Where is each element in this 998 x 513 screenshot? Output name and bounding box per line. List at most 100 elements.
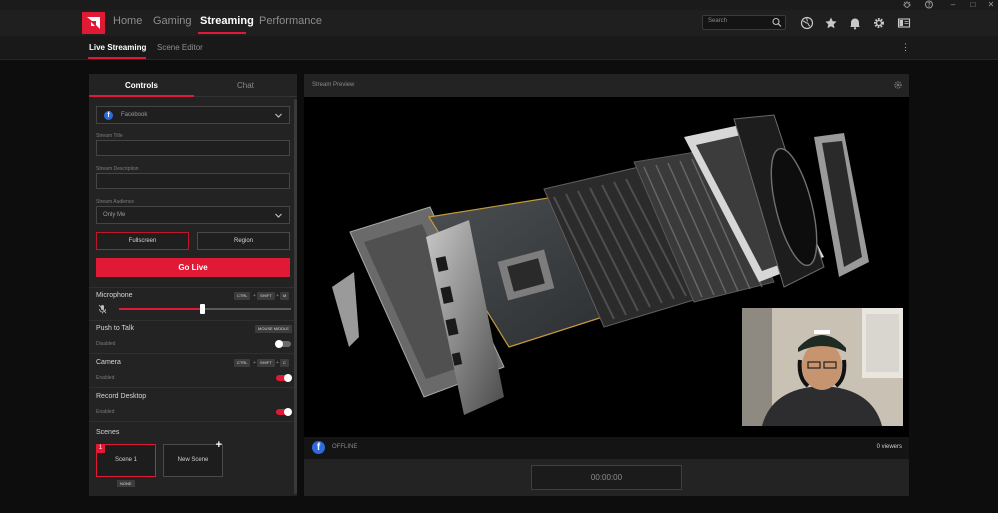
scene-number-badge: 1 xyxy=(96,444,105,453)
slider-fill xyxy=(119,308,202,310)
scene-card[interactable]: 1 Scene 1 xyxy=(96,444,156,477)
push-to-talk-status: Disabled xyxy=(96,341,116,347)
search-placeholder: Search xyxy=(708,18,728,24)
go-live-button[interactable]: Go Live xyxy=(96,258,290,277)
preview-settings-icon[interactable] xyxy=(893,80,903,90)
key-plus: + xyxy=(276,293,279,299)
close-icon[interactable]: ✕ xyxy=(980,0,998,10)
platform-value: Facebook xyxy=(121,112,148,118)
gear-icon[interactable] xyxy=(872,16,886,30)
webcam-person-image xyxy=(742,308,903,426)
shortcut-key: C xyxy=(280,359,289,367)
panel-icon[interactable] xyxy=(897,16,911,30)
divider xyxy=(89,421,294,422)
window-titlebar: – □ ✕ xyxy=(0,0,998,10)
preview-video[interactable] xyxy=(304,97,909,437)
stream-description-field[interactable] xyxy=(96,173,290,189)
microphone-label: Microphone xyxy=(96,292,133,299)
microphone-muted-icon[interactable] xyxy=(98,304,107,314)
nav-gaming[interactable]: Gaming xyxy=(153,15,192,27)
record-desktop-label: Record Desktop xyxy=(96,393,147,400)
bug-icon[interactable] xyxy=(896,0,918,10)
shortcut-key: SHIFT xyxy=(257,292,275,300)
timer-bar: 00:00:00 xyxy=(304,459,909,496)
stream-audience-select[interactable]: Only Me xyxy=(96,206,290,224)
toggle-knob xyxy=(284,408,292,416)
scene-tag-badge: NONE xyxy=(117,480,135,487)
nav-streaming[interactable]: Streaming xyxy=(200,15,254,27)
stream-status-bar: f OFFLINE 0 viewers xyxy=(304,437,909,459)
globe-icon[interactable] xyxy=(800,16,814,30)
nav-active-indicator xyxy=(198,32,246,34)
push-to-talk-label: Push to Talk xyxy=(96,325,135,332)
nav-home[interactable]: Home xyxy=(113,15,142,27)
scenes-label: Scenes xyxy=(96,429,120,436)
panel-scrollbar[interactable] xyxy=(294,99,297,494)
controls-panel: Controls Chat f Facebook Stream Title St… xyxy=(89,74,297,496)
stream-status-text: OFFLINE xyxy=(332,444,358,450)
tab-controls[interactable]: Controls xyxy=(125,81,158,90)
microphone-volume-slider[interactable] xyxy=(119,304,291,314)
region-button[interactable]: Region xyxy=(197,232,290,250)
streaming-subnav: Live Streaming Scene Editor ⋮ xyxy=(0,36,998,60)
tab-live-streaming[interactable]: Live Streaming xyxy=(89,43,146,52)
camera-label: Camera xyxy=(96,359,121,366)
plus-icon: + xyxy=(215,439,222,451)
toggle-knob xyxy=(275,340,283,348)
shortcut-key: CTRL xyxy=(234,359,251,367)
slider-thumb[interactable] xyxy=(199,304,205,314)
stream-preview-panel: Stream Preview f OFFLINE 0 viewers 00:00… xyxy=(304,74,909,496)
viewer-count: 0 viewers xyxy=(876,444,902,450)
shortcut-key: M xyxy=(280,292,290,300)
search-icon xyxy=(772,17,782,27)
facebook-icon: f xyxy=(104,111,113,120)
chevron-down-icon xyxy=(275,213,282,218)
tab-chat[interactable]: Chat xyxy=(237,81,254,90)
record-desktop-toggle[interactable] xyxy=(276,408,292,416)
stream-audience-value: Only Me xyxy=(103,212,126,218)
stream-title-label: Stream Title xyxy=(96,133,123,139)
divider xyxy=(89,353,294,354)
new-scene-button[interactable]: + New Scene xyxy=(163,439,223,477)
stream-description-label: Stream Description xyxy=(96,166,139,172)
minimize-icon[interactable]: – xyxy=(942,0,964,10)
toggle-knob xyxy=(284,374,292,382)
facebook-icon: f xyxy=(312,441,325,454)
shortcut-key: CTRL xyxy=(234,292,251,300)
tab-scene-editor[interactable]: Scene Editor xyxy=(157,43,203,52)
record-desktop-status: Enabled xyxy=(96,409,115,415)
amd-logo[interactable] xyxy=(82,12,105,34)
tab-active-indicator xyxy=(89,95,194,97)
more-options-icon[interactable]: ⋮ xyxy=(901,42,910,53)
key-plus: + xyxy=(253,360,256,366)
search-input[interactable]: Search xyxy=(702,15,786,30)
nav-performance[interactable]: Performance xyxy=(259,15,322,27)
webcam-overlay[interactable] xyxy=(742,308,903,426)
star-icon[interactable] xyxy=(824,16,838,30)
stream-audience-label: Stream Audience xyxy=(96,199,135,205)
divider xyxy=(89,387,294,388)
chevron-down-icon xyxy=(275,113,282,118)
panel-tabs: Controls Chat xyxy=(89,74,297,97)
stream-title-field[interactable] xyxy=(96,140,290,156)
key-plus: + xyxy=(276,360,279,366)
camera-toggle[interactable] xyxy=(276,374,292,382)
scene-name: Scene 1 xyxy=(114,457,138,463)
divider xyxy=(89,320,294,321)
camera-status: Enabled xyxy=(96,375,115,381)
shortcut-key: MOUSE MIDDLE xyxy=(255,325,292,333)
new-scene-label: New Scene xyxy=(177,457,209,463)
fullscreen-button[interactable]: Fullscreen xyxy=(96,232,189,250)
push-to-talk-toggle[interactable] xyxy=(275,340,291,348)
help-icon[interactable] xyxy=(918,0,940,10)
shortcut-key: SHIFT xyxy=(257,359,275,367)
platform-select[interactable]: f Facebook xyxy=(96,106,290,124)
preview-title: Stream Preview xyxy=(312,82,355,88)
key-plus: + xyxy=(253,293,256,299)
preview-header: Stream Preview xyxy=(304,74,909,97)
stream-timer: 00:00:00 xyxy=(531,465,682,490)
subnav-active-indicator xyxy=(88,57,146,59)
divider xyxy=(89,287,294,288)
bell-icon[interactable] xyxy=(848,16,862,30)
main-nav: Home Gaming Streaming Performance Search xyxy=(0,10,998,36)
